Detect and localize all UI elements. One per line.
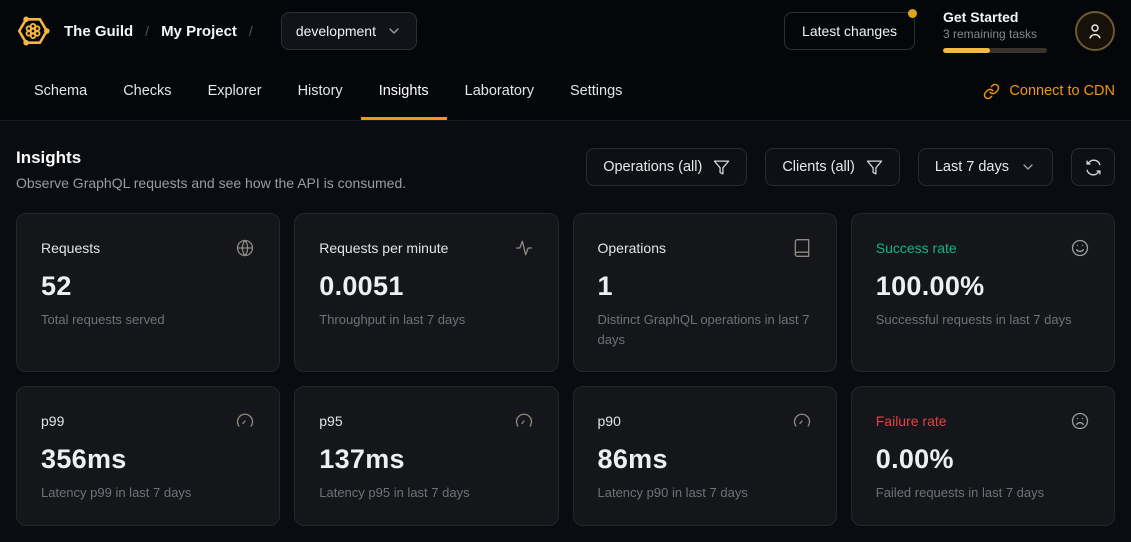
card-description: Latency p90 in last 7 days [598, 483, 812, 503]
card-title: p95 [319, 413, 342, 429]
link-icon [983, 83, 1000, 100]
user-icon [1086, 22, 1104, 40]
card-value: 1 [598, 271, 812, 302]
stat-cards-grid: Requests 52 Total requests served Reques… [16, 213, 1115, 526]
page-subtitle: Observe GraphQL requests and see how the… [16, 175, 406, 191]
filter-funnel-icon [866, 159, 883, 176]
gauge-icon [792, 411, 812, 431]
latest-changes-label: Latest changes [802, 23, 897, 39]
chevron-down-icon [386, 23, 402, 39]
filters-toolbar: Operations (all) Clients (all) Last 7 da… [586, 148, 1115, 186]
clients-filter-button[interactable]: Clients (all) [765, 148, 900, 186]
stat-card-failure-rate: Failure rate 0.00% Failed requests in la… [851, 386, 1115, 526]
refresh-button[interactable] [1071, 148, 1115, 186]
card-title: Requests [41, 240, 100, 256]
notification-dot [908, 9, 917, 18]
card-description: Successful requests in last 7 days [876, 310, 1090, 330]
get-started-progress-fill [943, 48, 990, 53]
insights-content: Insights Observe GraphQL requests and se… [0, 121, 1131, 542]
page-title: Insights [16, 148, 406, 168]
gauge-icon [514, 411, 534, 431]
card-value: 52 [41, 271, 255, 302]
breadcrumb-project[interactable]: My Project [161, 23, 237, 40]
user-avatar[interactable] [1075, 11, 1115, 51]
get-started-progressbar [943, 48, 1047, 53]
stat-card-operations: Operations 1 Distinct GraphQL operations… [573, 213, 837, 372]
globe-icon [235, 238, 255, 258]
header-right: Latest changes Get Started 3 remaining t… [784, 9, 1115, 53]
frown-icon [1070, 411, 1090, 431]
card-description: Total requests served [41, 310, 255, 330]
card-description: Latency p95 in last 7 days [319, 483, 533, 503]
stat-card-success-rate: Success rate 100.00% Successful requests… [851, 213, 1115, 372]
breadcrumb-separator: / [249, 23, 253, 39]
refresh-icon [1085, 159, 1102, 176]
section-header: Insights Observe GraphQL requests and se… [16, 148, 1115, 191]
stat-card-p90: p90 86ms Latency p90 in last 7 days [573, 386, 837, 526]
operations-filter-label: Operations (all) [603, 159, 702, 175]
app-header: The Guild / My Project / development Lat… [0, 0, 1131, 62]
target-selector-value: development [296, 23, 376, 39]
card-title: p99 [41, 413, 64, 429]
tab-settings[interactable]: Settings [552, 62, 640, 120]
section-titles: Insights Observe GraphQL requests and se… [16, 148, 406, 191]
card-description: Failed requests in last 7 days [876, 483, 1090, 503]
card-description: Latency p99 in last 7 days [41, 483, 255, 503]
tab-explorer[interactable]: Explorer [190, 62, 280, 120]
card-description: Distinct GraphQL operations in last 7 da… [598, 310, 812, 349]
card-description: Throughput in last 7 days [319, 310, 533, 330]
book-icon [792, 238, 812, 258]
breadcrumb-separator: / [145, 23, 149, 39]
get-started-subtitle: 3 remaining tasks [943, 27, 1047, 41]
date-range-label: Last 7 days [935, 159, 1009, 175]
clients-filter-label: Clients (all) [782, 159, 855, 175]
breadcrumb-org[interactable]: The Guild [64, 23, 133, 40]
stat-card-p99: p99 356ms Latency p99 in last 7 days [16, 386, 280, 526]
tab-laboratory[interactable]: Laboratory [447, 62, 552, 120]
tab-schema[interactable]: Schema [16, 62, 105, 120]
date-range-dropdown[interactable]: Last 7 days [918, 148, 1053, 186]
card-title: Failure rate [876, 413, 947, 429]
connect-to-cdn-label: Connect to CDN [1009, 83, 1115, 99]
card-title: Operations [598, 240, 666, 256]
tab-insights[interactable]: Insights [361, 62, 447, 120]
card-value: 100.00% [876, 271, 1090, 302]
gauge-icon [235, 411, 255, 431]
nav-tabs: Schema Checks Explorer History Insights … [0, 62, 1131, 121]
card-value: 137ms [319, 444, 533, 475]
chevron-down-icon [1020, 159, 1036, 175]
card-value: 356ms [41, 444, 255, 475]
card-value: 0.00% [876, 444, 1090, 475]
smile-icon [1070, 238, 1090, 258]
card-title: Success rate [876, 240, 957, 256]
target-selector-dropdown[interactable]: development [281, 12, 417, 50]
connect-to-cdn-link[interactable]: Connect to CDN [983, 62, 1115, 120]
activity-icon [514, 238, 534, 258]
hive-logo-icon[interactable] [16, 14, 50, 48]
stat-card-rpm: Requests per minute 0.0051 Throughput in… [294, 213, 558, 372]
get-started-widget[interactable]: Get Started 3 remaining tasks [943, 9, 1047, 53]
tab-checks[interactable]: Checks [105, 62, 189, 120]
filter-funnel-icon [713, 159, 730, 176]
card-title: p90 [598, 413, 621, 429]
tab-history[interactable]: History [280, 62, 361, 120]
card-value: 86ms [598, 444, 812, 475]
stat-card-requests: Requests 52 Total requests served [16, 213, 280, 372]
card-value: 0.0051 [319, 271, 533, 302]
card-title: Requests per minute [319, 240, 448, 256]
latest-changes-button[interactable]: Latest changes [784, 12, 915, 50]
get-started-title: Get Started [943, 9, 1047, 25]
operations-filter-button[interactable]: Operations (all) [586, 148, 747, 186]
stat-card-p95: p95 137ms Latency p95 in last 7 days [294, 386, 558, 526]
